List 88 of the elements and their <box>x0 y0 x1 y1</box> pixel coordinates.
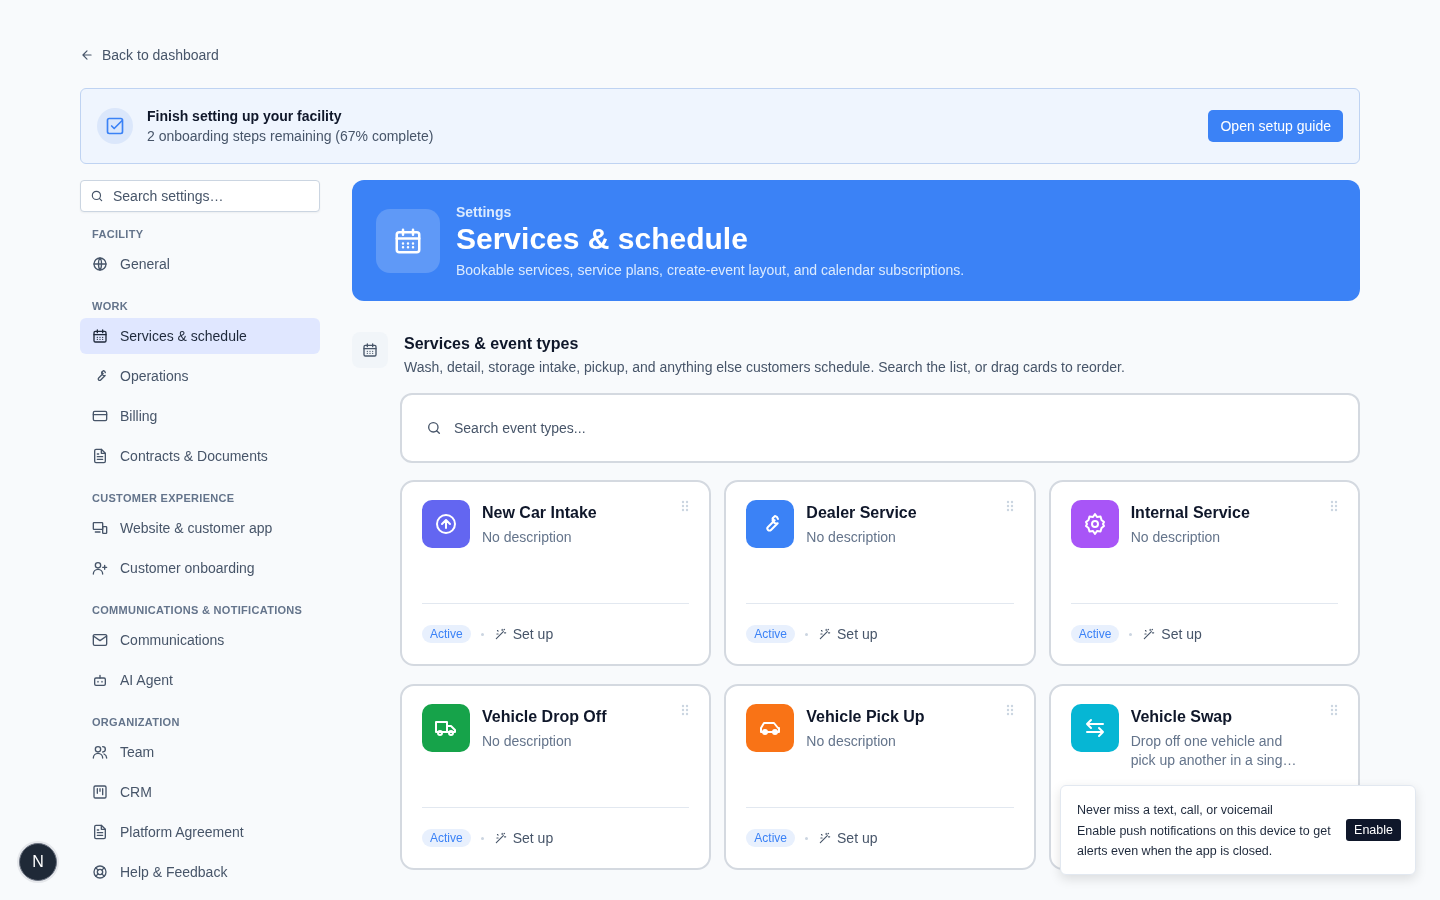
page-description: Bookable services, service plans, create-event layout, and calendar subscriptions. <box>456 261 965 278</box>
calendar-icon <box>92 328 108 344</box>
event-title: Vehicle Swap <box>1130 708 1234 726</box>
event-type-card[interactable]: Vehicle Drop Off No description Active Set up <box>400 684 712 870</box>
event-description: No description <box>806 732 897 751</box>
user-avatar[interactable]: N <box>19 843 57 881</box>
set-up-link[interactable]: Set up <box>493 830 554 846</box>
toast-message: Enable push notifications on this device to get alerts even when the app is closed. <box>1077 822 1332 860</box>
back-link[interactable]: Back to dashboard <box>80 40 219 70</box>
devices-icon <box>92 520 108 536</box>
set-up-link[interactable]: Set up <box>493 626 554 642</box>
event-description: No description <box>482 732 573 751</box>
credit-card-icon <box>92 408 108 424</box>
event-description: No description <box>482 528 573 547</box>
section-title: Services & event types <box>404 335 580 353</box>
section-description: Wash, detail, storage intake, pickup, and anything else customers schedule. Search the list, or drag cards to reorder. <box>404 359 1125 375</box>
sidebar-item[interactable]: Communications <box>80 622 320 658</box>
event-title: New Car Intake <box>482 504 598 522</box>
checkbox-icon <box>105 116 125 136</box>
magic-wand-icon <box>818 627 832 641</box>
mail-icon <box>92 632 108 648</box>
event-description: No description <box>1130 528 1222 547</box>
search-event-types-field[interactable]: Search event types... <box>400 393 1360 463</box>
back-arrow-icon <box>80 48 94 62</box>
sidebar-item[interactable]: Customer onboarding <box>80 550 320 586</box>
status-badge: Active <box>422 625 471 643</box>
calendar-icon <box>362 342 378 358</box>
event-type-card[interactable]: Vehicle Pick Up No description Active Set up <box>724 684 1036 870</box>
section-label: CUSTOMER EXPERIENCE <box>91 492 236 504</box>
status-badge: Active <box>422 829 471 847</box>
users-icon <box>92 744 108 760</box>
sidebar-item[interactable]: AI Agent <box>80 662 320 698</box>
event-type-card[interactable]: New Car Intake No description Active Set up <box>400 480 712 666</box>
sidebar-item[interactable]: Website & customer app <box>80 510 320 546</box>
sidebar-item[interactable]: Contracts & Documents <box>80 438 320 474</box>
section-label: ORGANIZATION <box>91 716 181 728</box>
event-type-card[interactable]: Dealer Service No description Active Set up <box>724 480 1036 666</box>
event-title: Vehicle Pick Up <box>806 708 926 726</box>
section-label: COMMUNICATIONS & NOTIFICATIONS <box>91 604 304 616</box>
event-title: Internal Service <box>1130 504 1251 522</box>
sidebar-item[interactable]: Operations <box>80 358 320 394</box>
set-up-link[interactable]: Set up <box>818 830 878 846</box>
drag-handle-icon[interactable] <box>1005 500 1014 512</box>
robot-icon <box>92 672 108 688</box>
search-settings-field[interactable]: Search settings… <box>80 180 320 212</box>
sidebar-item[interactable]: Platform Agreement <box>80 814 320 850</box>
sidebar-item[interactable]: Team <box>80 734 320 770</box>
set-up-link[interactable]: Set up <box>818 626 878 642</box>
drag-handle-icon[interactable] <box>1005 704 1014 716</box>
sidebar-item[interactable]: Help & Feedback <box>80 854 320 890</box>
document-icon <box>92 448 108 464</box>
toast-title: Never miss a text, call, or voicemail <box>1077 801 1274 819</box>
open-setup-guide-button[interactable]: Open setup guide <box>1208 110 1343 142</box>
drag-handle-icon[interactable] <box>681 500 690 512</box>
event-description: No description <box>806 528 897 547</box>
sidebar-item[interactable]: CRM <box>80 774 320 810</box>
status-badge: Active <box>1070 625 1120 643</box>
set-up-link[interactable]: Set up <box>1142 626 1202 642</box>
magic-wand-icon <box>818 831 832 845</box>
arrow-up-circle-icon <box>434 512 458 536</box>
enable-button[interactable]: Enable <box>1346 819 1401 841</box>
section-label: WORK <box>91 300 130 312</box>
magic-wand-icon <box>493 831 508 845</box>
add-user-icon <box>92 560 108 576</box>
sidebar-item[interactable]: Services & schedule <box>80 318 320 354</box>
banner-subtitle: 2 onboarding steps remaining (67% complete) <box>147 128 435 144</box>
drag-handle-icon[interactable] <box>681 704 690 716</box>
sidebar-item[interactable]: General <box>80 246 320 282</box>
drag-handle-icon[interactable] <box>1330 500 1338 512</box>
status-badge: Active <box>746 625 795 643</box>
status-badge: Active <box>746 829 795 847</box>
sidebar-item[interactable]: Billing <box>80 398 320 434</box>
settings-icon <box>1082 512 1107 536</box>
hero-eyebrow: Settings <box>456 203 513 220</box>
event-type-card[interactable]: Internal Service No description Active Set up <box>1048 480 1360 666</box>
event-title: Dealer Service <box>806 504 918 522</box>
event-title: Vehicle Drop Off <box>482 708 608 726</box>
lifebuoy-icon <box>92 864 108 880</box>
banner-title: Finish setting up your facility <box>147 108 343 124</box>
board-icon <box>92 784 108 800</box>
section-label: FACILITY <box>91 228 145 240</box>
document-icon <box>92 824 108 840</box>
globe-icon <box>92 256 108 272</box>
page-title: Services & schedule <box>456 221 749 256</box>
magic-wand-icon <box>493 627 508 641</box>
magic-wand-icon <box>1142 627 1157 641</box>
drag-handle-icon[interactable] <box>1330 704 1338 716</box>
event-description: Drop off one vehicle and pick up another in a sing… <box>1130 732 1298 770</box>
